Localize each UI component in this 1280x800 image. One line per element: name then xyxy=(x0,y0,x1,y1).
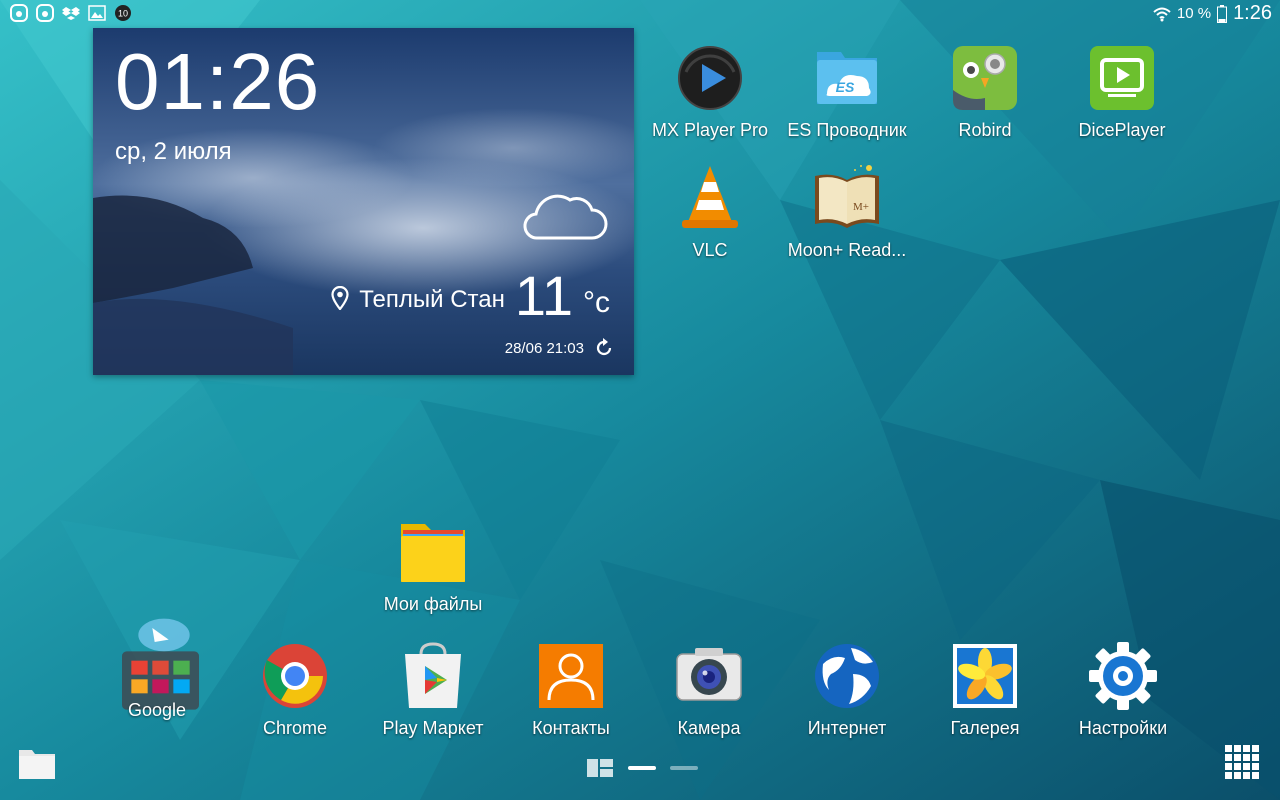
app-label: Камера xyxy=(677,718,741,738)
apps-grid-icon[interactable] xyxy=(1224,744,1260,780)
play-store-icon xyxy=(405,642,461,708)
app-label: Интернет xyxy=(807,718,887,738)
folder-shortcut-icon[interactable] xyxy=(18,748,56,780)
app-es-explorer[interactable]: ES ES Проводник xyxy=(777,42,917,141)
app-label: MX Player Pro xyxy=(651,120,769,140)
dock-contacts[interactable]: Контакты xyxy=(501,640,641,739)
app-icon xyxy=(10,4,28,22)
app-label: Настройки xyxy=(1078,718,1168,738)
gallery-icon xyxy=(953,644,1017,708)
contacts-icon xyxy=(539,644,603,708)
svg-text:M+: M+ xyxy=(853,201,869,213)
dock-google-folder[interactable]: Google xyxy=(87,604,227,721)
dropbox-icon xyxy=(62,7,80,20)
app-label: Play Маркет xyxy=(382,718,484,738)
clock-date: ср, 2 июля xyxy=(115,138,232,165)
app-label: Мои файлы xyxy=(383,594,483,614)
app-label: ES Проводник xyxy=(787,120,907,140)
settings-icon xyxy=(1089,642,1157,710)
folder-icon xyxy=(401,524,465,582)
vlc-icon xyxy=(682,166,738,228)
camera-icon xyxy=(676,648,742,701)
dock-internet[interactable]: Интернет xyxy=(777,640,917,739)
notification-count-icon: 10 xyxy=(115,5,131,21)
google-folder-icon xyxy=(122,618,199,710)
battery-icon xyxy=(1217,4,1228,23)
dock-settings[interactable]: Настройки xyxy=(1053,640,1193,739)
app-label: Галерея xyxy=(950,718,1020,738)
es-explorer-icon: ES xyxy=(817,52,877,104)
temperature-unit: °c xyxy=(583,286,610,319)
weather-updated-time: 28/06 21:03 xyxy=(504,339,584,357)
cloud-icon xyxy=(523,194,608,240)
status-time: 1:26 xyxy=(1233,2,1272,24)
app-my-files[interactable]: Мои файлы xyxy=(363,516,503,615)
location-pin-icon xyxy=(331,286,349,310)
page-dot[interactable] xyxy=(670,766,698,770)
status-bar: 10 10 % 1:26 xyxy=(0,0,1280,28)
chrome-icon xyxy=(263,644,327,708)
diceplayer-icon xyxy=(1090,46,1154,110)
dock-gallery[interactable]: Галерея xyxy=(915,640,1055,739)
robird-icon xyxy=(953,46,1017,110)
clock-time: 01:26 xyxy=(115,37,321,126)
weather-location: Теплый Стан xyxy=(359,286,505,313)
app-label: DicePlayer xyxy=(1078,120,1166,140)
wifi-icon xyxy=(1153,7,1171,21)
dock-play-market[interactable]: Play Маркет xyxy=(363,640,503,739)
notification-icons[interactable]: 10 xyxy=(10,4,132,22)
app-label: Moon+ Read... xyxy=(787,240,907,260)
mx-player-icon xyxy=(678,46,742,110)
refresh-icon[interactable] xyxy=(594,338,614,358)
app-icon xyxy=(36,4,54,22)
page-indicator[interactable] xyxy=(586,758,698,778)
moon-reader-icon: M+ xyxy=(815,165,879,228)
app-moon-reader[interactable]: M+ Moon+ Read... xyxy=(777,162,917,261)
svg-text:ES: ES xyxy=(836,79,855,95)
app-vlc[interactable]: VLC xyxy=(640,162,780,261)
page-dot-active[interactable] xyxy=(628,766,656,770)
app-label: Robird xyxy=(958,120,1012,140)
notification-count: 10 xyxy=(118,9,128,19)
app-robird[interactable]: Robird xyxy=(915,42,1055,141)
app-label: VLC xyxy=(692,240,728,260)
weather-location-row: Теплый Стан 11 °c xyxy=(331,268,610,324)
weather-temperature: 11 xyxy=(514,264,573,327)
home-pages-icon[interactable] xyxy=(586,758,614,778)
app-diceplayer[interactable]: DicePlayer xyxy=(1052,42,1192,141)
app-mx-player-pro[interactable]: MX Player Pro xyxy=(640,42,780,141)
weather-clock-widget[interactable]: 01:26 ср, 2 июля Теплый Стан 11 °c 28/06… xyxy=(93,28,634,375)
app-label: Google xyxy=(127,700,187,720)
system-status[interactable]: 10 % 1:26 xyxy=(1153,2,1272,25)
image-icon xyxy=(88,5,106,21)
dock-chrome[interactable]: Chrome xyxy=(225,640,365,739)
app-label: Контакты xyxy=(532,718,610,738)
app-label: Chrome xyxy=(262,718,328,738)
weather-update-row: 28/06 21:03 xyxy=(505,338,614,358)
internet-icon xyxy=(815,644,879,708)
dock-camera[interactable]: Камера xyxy=(639,640,779,739)
battery-percent: 10 % xyxy=(1176,5,1212,22)
